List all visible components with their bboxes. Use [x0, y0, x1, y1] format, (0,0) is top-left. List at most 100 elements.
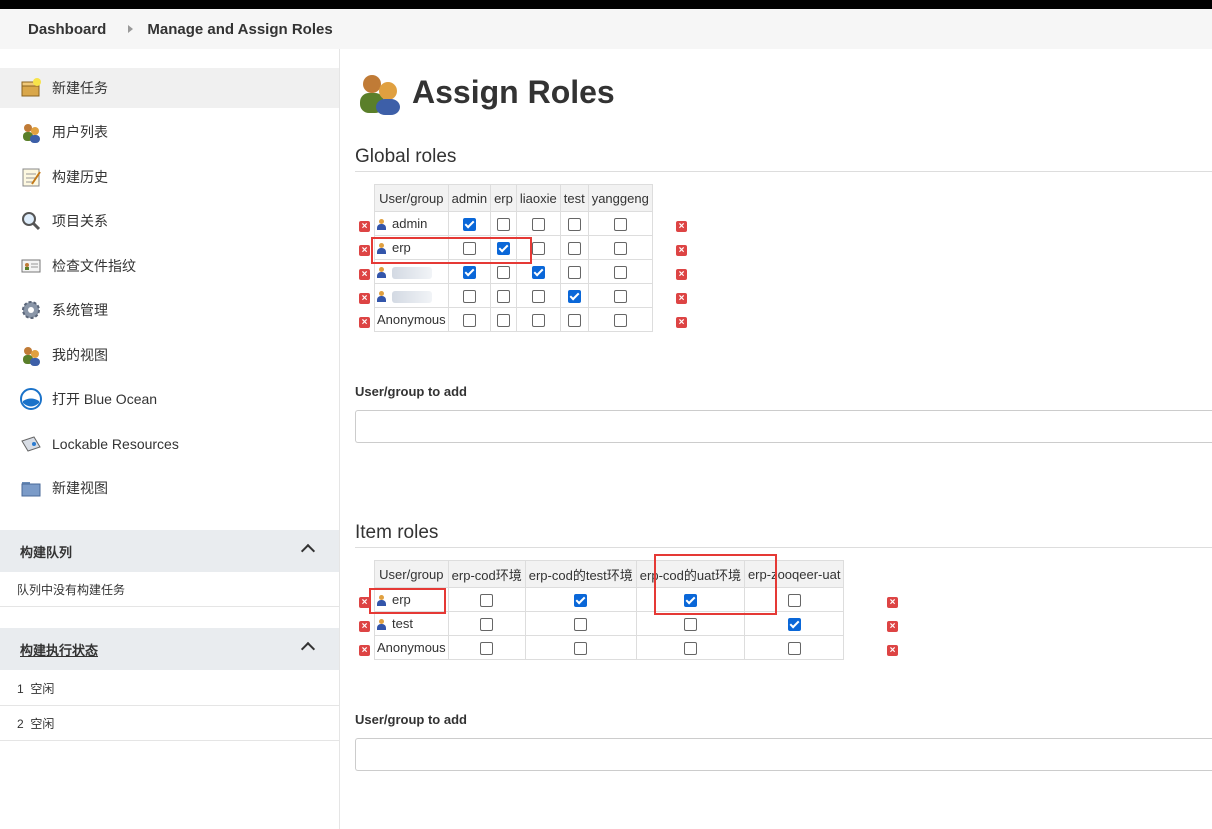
sidebar-item-label: 项目关系 [52, 213, 108, 229]
role-checkbox[interactable] [613, 266, 627, 280]
role-checkbox[interactable] [613, 218, 627, 232]
role-checkbox[interactable] [567, 218, 581, 232]
user-group-cell: Anonymous [374, 307, 449, 332]
chevron-up-icon[interactable] [300, 543, 316, 559]
delete-row-icon[interactable]: × [359, 597, 370, 608]
item-user-group-input[interactable] [355, 738, 1212, 771]
role-checkbox[interactable] [496, 218, 510, 232]
delete-row-icon[interactable]: × [676, 293, 687, 304]
sidebar-item-label: 新建视图 [52, 480, 108, 496]
delete-row-icon[interactable]: × [359, 317, 370, 328]
role-checkbox[interactable] [683, 618, 697, 632]
role-checkbox[interactable] [531, 242, 545, 256]
assign-roles-icon [358, 73, 404, 115]
delete-row-icon[interactable]: × [359, 621, 370, 632]
table-row: test [374, 611, 845, 636]
sidebar-item-build-history[interactable]: 构建历史 [0, 157, 339, 197]
role-checkbox[interactable] [613, 242, 627, 256]
role-checkbox[interactable] [496, 290, 510, 304]
role-checkbox[interactable] [531, 290, 545, 304]
redacted-name [392, 290, 432, 303]
role-checkbox[interactable] [567, 290, 581, 304]
role-checkbox[interactable] [613, 290, 627, 304]
role-cell [447, 635, 526, 660]
role-checkbox[interactable] [480, 642, 494, 656]
role-checkbox[interactable] [787, 642, 801, 656]
delete-row-icon[interactable]: × [676, 221, 687, 232]
role-checkbox[interactable] [574, 642, 588, 656]
search-icon [20, 210, 42, 232]
fingerprint-icon [20, 255, 42, 277]
role-checkbox[interactable] [480, 594, 494, 608]
delete-row-icon[interactable]: × [887, 621, 898, 632]
delete-row-icon[interactable]: × [676, 269, 687, 280]
delete-row-icon[interactable]: × [887, 597, 898, 608]
role-cell [559, 283, 589, 308]
chevron-up-icon[interactable] [300, 641, 316, 657]
user-group-name: Anonymous [377, 312, 446, 327]
delete-row-icon[interactable]: × [676, 245, 687, 256]
lock-resource-icon [20, 433, 42, 455]
delete-row-icon[interactable]: × [359, 269, 370, 280]
sidebar-item-new-view[interactable]: 新建视图 [0, 468, 339, 508]
user-icon [377, 291, 386, 303]
role-checkbox[interactable] [462, 290, 476, 304]
column-header: liaoxie [515, 184, 561, 212]
role-cell [447, 283, 492, 308]
role-checkbox[interactable] [574, 594, 588, 608]
sidebar-item-lockable-resources[interactable]: Lockable Resources [0, 424, 339, 464]
executors-title[interactable]: 构建执行状态 [20, 640, 98, 659]
executors-header[interactable]: 构建执行状态 [0, 628, 339, 670]
sidebar-item-project-relations[interactable]: 项目关系 [0, 201, 339, 241]
global-user-group-input[interactable] [355, 410, 1212, 443]
new-job-icon [20, 77, 42, 99]
role-checkbox[interactable] [462, 266, 476, 280]
role-checkbox[interactable] [567, 314, 581, 328]
sidebar-item-label: 检查文件指纹 [52, 258, 136, 274]
breadcrumb-dashboard[interactable]: Dashboard [0, 21, 106, 38]
sidebar-item-blue-ocean[interactable]: 打开 Blue Ocean [0, 379, 339, 419]
delete-row-icon[interactable]: × [359, 645, 370, 656]
sidebar-item-my-views[interactable]: 我的视图 [0, 335, 339, 375]
role-cell [490, 211, 517, 236]
role-cell [743, 611, 845, 636]
user-group-cell: Anonymous [374, 635, 449, 660]
column-header: erp [490, 184, 517, 212]
role-checkbox[interactable] [613, 314, 627, 328]
item-roles-heading: Item roles [355, 522, 439, 543]
role-checkbox[interactable] [462, 218, 476, 232]
role-cell [587, 259, 653, 284]
delete-row-icon[interactable]: × [359, 245, 370, 256]
role-checkbox[interactable] [567, 242, 581, 256]
role-cell [559, 259, 589, 284]
sidebar-item-manage[interactable]: 系统管理 [0, 290, 339, 330]
delete-row-icon[interactable]: × [676, 317, 687, 328]
role-checkbox[interactable] [683, 642, 697, 656]
role-checkbox[interactable] [787, 594, 801, 608]
role-checkbox[interactable] [787, 618, 801, 632]
sidebar-item-fingerprint[interactable]: 检查文件指纹 [0, 246, 339, 286]
role-checkbox[interactable] [567, 266, 581, 280]
user-group-cell: admin [374, 211, 449, 236]
role-checkbox[interactable] [462, 314, 476, 328]
role-checkbox[interactable] [480, 618, 494, 632]
role-checkbox[interactable] [496, 266, 510, 280]
delete-row-icon[interactable]: × [359, 293, 370, 304]
role-checkbox[interactable] [496, 314, 510, 328]
delete-row-icon[interactable]: × [359, 221, 370, 232]
delete-row-icon[interactable]: × [887, 645, 898, 656]
role-checkbox[interactable] [531, 314, 545, 328]
sidebar-item-users[interactable]: 用户列表 [0, 112, 339, 152]
column-header: erp-cod环境 [447, 560, 526, 588]
role-checkbox[interactable] [531, 266, 545, 280]
role-checkbox[interactable] [574, 618, 588, 632]
page-title: Assign Roles [412, 74, 615, 110]
executor-row: 1 空闲 [0, 671, 339, 706]
role-cell [490, 307, 517, 332]
breadcrumb-current[interactable]: Manage and Assign Roles [147, 21, 332, 38]
role-checkbox[interactable] [531, 218, 545, 232]
global-roles-heading: Global roles [355, 146, 457, 167]
build-queue-header[interactable]: 构建队列 [0, 530, 339, 572]
sidebar-item-new-job[interactable]: 新建任务 [0, 68, 339, 108]
column-header: admin [447, 184, 492, 212]
